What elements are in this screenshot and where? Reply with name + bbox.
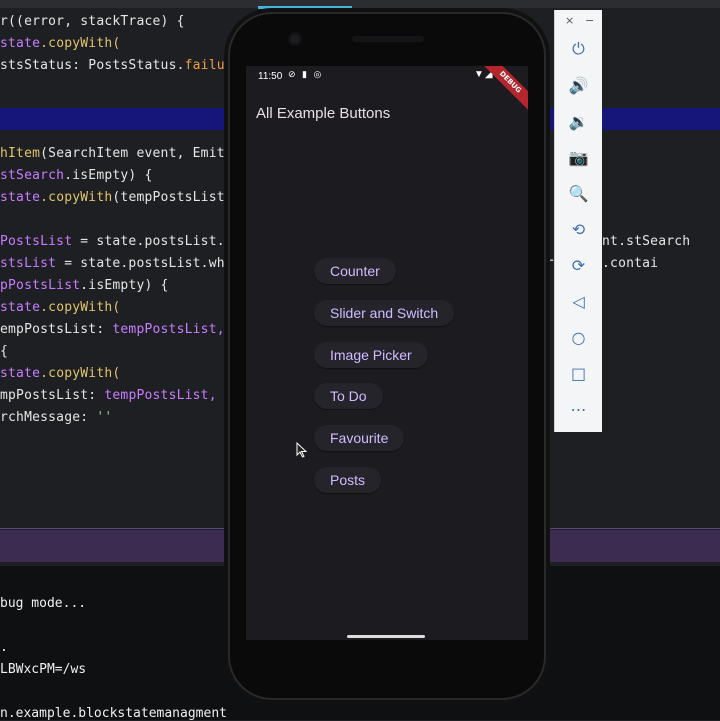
rotate-right-icon[interactable]: ⟳ bbox=[555, 250, 602, 280]
code-token: .copyWith( bbox=[40, 300, 121, 315]
status-bar: 11:50 ⊘ ▮ ◎ ▼◢ ▮ bbox=[246, 66, 528, 88]
code-token: .isEmpty) { bbox=[80, 278, 169, 293]
volume-up-icon[interactable]: 🔊 bbox=[555, 70, 602, 100]
code-line: state.copyWith(tempPostsList: bbox=[0, 190, 233, 205]
slider-and-switch-button[interactable]: Slider and Switch bbox=[314, 300, 455, 326]
code-token: (SearchItem event, Emit bbox=[40, 146, 225, 161]
back-icon[interactable]: ◁ bbox=[555, 286, 602, 316]
code-line: state.copyWith( bbox=[0, 36, 120, 51]
code-token: state bbox=[0, 36, 41, 51]
app-bar-title: All Example Buttons bbox=[256, 105, 391, 122]
console-line: bug mode... bbox=[0, 596, 87, 611]
code-token: .isEmpty) { bbox=[64, 168, 153, 183]
home-icon[interactable]: ○ bbox=[555, 322, 602, 352]
ide-tab-bar bbox=[0, 0, 720, 8]
power-icon[interactable]: ⏻ bbox=[555, 34, 602, 64]
code-token: PostsStatus bbox=[88, 58, 177, 73]
mouse-pointer-icon bbox=[296, 442, 308, 458]
code-token: stsStatus: bbox=[0, 58, 89, 73]
gesture-home-indicator[interactable] bbox=[347, 635, 425, 638]
console-line: . bbox=[0, 640, 8, 655]
status-time: 11:50 bbox=[258, 71, 283, 82]
code-line: state.copyWith( bbox=[0, 300, 120, 315]
code-token: .copyWith( bbox=[40, 36, 121, 51]
code-token: tempPostsList, bbox=[104, 388, 217, 403]
code-token: pPostsList bbox=[0, 278, 81, 293]
code-token: = state.postsList.wher bbox=[56, 256, 241, 271]
code-token: empPostsList: bbox=[0, 322, 113, 337]
volume-down-icon[interactable]: 🔉 bbox=[555, 106, 602, 136]
code-line: rchMessage: '' bbox=[0, 410, 112, 425]
code-line: stSearch.isEmpty) { bbox=[0, 168, 153, 183]
code-token: (tempPostsList: bbox=[112, 190, 233, 205]
notification-icons: ⊘ ▮ ◎ bbox=[288, 69, 324, 79]
overview-icon[interactable]: □ bbox=[555, 358, 602, 388]
to-do-button[interactable]: To Do bbox=[314, 383, 383, 409]
front-camera bbox=[290, 34, 300, 44]
code-token: { bbox=[0, 344, 9, 359]
posts-button[interactable]: Posts bbox=[314, 467, 382, 493]
code-token: tempPostsList, bbox=[112, 322, 225, 337]
favourite-button[interactable]: Favourite bbox=[314, 425, 405, 451]
code-token: state bbox=[0, 190, 41, 205]
code-token: state bbox=[0, 366, 41, 381]
code-line: hItem(SearchItem event, Emit bbox=[0, 146, 225, 161]
code-line: pPostsList.isEmpty) { bbox=[0, 278, 169, 293]
code-token: mpPostsList: bbox=[0, 388, 105, 403]
code-line: state.copyWith( bbox=[0, 366, 120, 381]
code-line: r((error, stackTrace) { bbox=[0, 14, 185, 29]
android-phone-frame: 11:50 ⊘ ▮ ◎ ▼◢ ▮ DEBUG All Example Butto… bbox=[228, 12, 546, 700]
camera-icon[interactable]: 📷 bbox=[555, 142, 602, 172]
code-line: mpPostsList: tempPostsList, bbox=[0, 388, 217, 403]
image-picker-button[interactable]: Image Picker bbox=[314, 342, 428, 368]
code-token: .copyWith bbox=[40, 190, 113, 205]
zoom-icon[interactable]: 🔍 bbox=[555, 178, 602, 208]
code-line: stsStatus: PostsStatus.failure bbox=[0, 58, 241, 73]
earpiece-speaker bbox=[352, 36, 424, 42]
code-token: rchMessage: bbox=[0, 410, 97, 425]
code-token: hItem bbox=[0, 146, 41, 161]
code-token: r((error, stackTrace) { bbox=[0, 14, 185, 29]
code-token: PostsList bbox=[0, 234, 73, 249]
code-token: stsList bbox=[0, 256, 57, 271]
code-line: { bbox=[0, 344, 8, 359]
console-line: n.example.blockstatemanagment bbox=[0, 706, 227, 721]
code-token: stSearch bbox=[0, 168, 65, 183]
console-line: LBWxcPM=/ws bbox=[0, 662, 87, 677]
emulator-toolbar: × − ⏻ 🔊 🔉 📷 🔍 ⟲ ⟳ ◁ ○ □ ⋯ bbox=[554, 10, 602, 432]
code-token: . bbox=[176, 58, 185, 73]
code-token: .copyWith( bbox=[40, 366, 121, 381]
phone-screen: 11:50 ⊘ ▮ ◎ ▼◢ ▮ DEBUG All Example Butto… bbox=[246, 66, 528, 640]
more-icon[interactable]: ⋯ bbox=[555, 394, 602, 424]
code-token: state bbox=[0, 300, 41, 315]
rotate-left-icon[interactable]: ⟲ bbox=[555, 214, 602, 244]
close-icon[interactable]: × bbox=[565, 14, 574, 27]
minimize-icon[interactable]: − bbox=[585, 14, 594, 27]
code-line: empPostsList: tempPostsList, bbox=[0, 322, 225, 337]
active-tab-indicator bbox=[258, 6, 352, 9]
code-token: = state.postsList.w bbox=[72, 234, 233, 249]
code-token: '' bbox=[96, 410, 113, 425]
counter-button[interactable]: Counter bbox=[314, 258, 396, 284]
